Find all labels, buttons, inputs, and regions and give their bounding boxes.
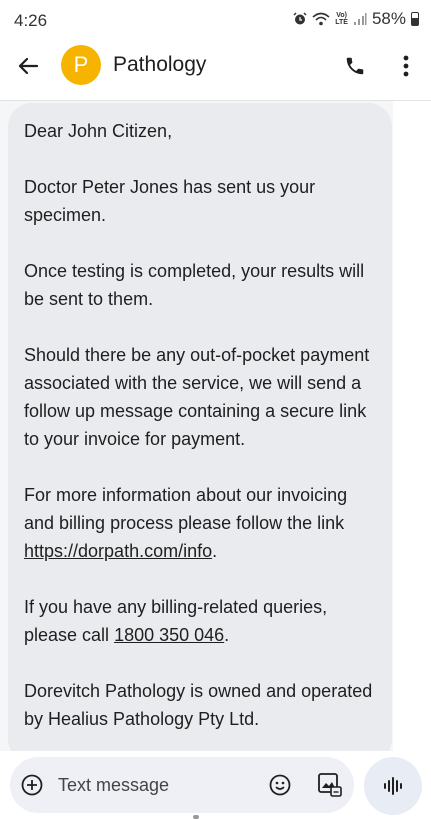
message-paragraph-5: If you have any billing-related queries,… <box>24 593 378 649</box>
back-button[interactable] <box>12 50 44 82</box>
more-vert-icon <box>403 55 409 77</box>
app-bar: P Pathology <box>0 42 431 92</box>
message-bubble[interactable]: Dear John Citizen, Doctor Peter Jones ha… <box>8 103 392 751</box>
signal-icon <box>353 12 367 26</box>
back-arrow-icon <box>18 57 39 75</box>
voice-message-button[interactable] <box>364 757 422 815</box>
status-icons: Vo) LTE 58% <box>293 9 419 29</box>
battery-percent: 58% <box>371 9 406 28</box>
add-attachment-button[interactable] <box>20 773 44 797</box>
phone-icon <box>346 57 364 75</box>
info-text: For more information about our invoicing… <box>24 485 348 533</box>
composer <box>0 751 431 819</box>
status-bar: 4:26 Vo) LTE 58% <box>0 0 431 42</box>
phone-link[interactable]: 1800 350 046 <box>114 625 224 645</box>
call-button[interactable] <box>339 50 371 82</box>
message-paragraph-4: For more information about our invoicing… <box>24 481 378 565</box>
message-paragraph-2: Once testing is completed, your results … <box>24 261 365 309</box>
message-input[interactable] <box>58 770 248 800</box>
alarm-icon <box>293 12 307 26</box>
message-greeting: Dear John Citizen, <box>24 121 173 141</box>
gallery-icon <box>318 773 342 797</box>
message-paragraph-3: Should there be any out-of-pocket paymen… <box>24 345 370 449</box>
info-suffix: . <box>212 541 218 561</box>
home-indicator <box>193 815 199 819</box>
emoji-button[interactable] <box>268 773 292 797</box>
volte-line-1: Vo) <box>336 12 347 19</box>
voice-waveform-icon <box>384 777 402 795</box>
emoji-icon <box>269 774 291 796</box>
conversation-margin <box>393 101 431 751</box>
input-pill[interactable] <box>10 757 354 813</box>
volte-icon: Vo) LTE <box>335 12 348 26</box>
conversation-area[interactable]: Dear John Citizen, Doctor Peter Jones ha… <box>0 101 431 751</box>
info-link[interactable]: https://dorpath.com/info <box>24 541 212 561</box>
message-paragraph-6: Dorevitch Pathology is owned and operate… <box>24 681 373 729</box>
billing-suffix: . <box>224 625 230 645</box>
message-paragraph-1: Doctor Peter Jones has sent us your spec… <box>24 177 316 225</box>
avatar[interactable]: P <box>61 45 101 85</box>
more-options-button[interactable] <box>390 50 422 82</box>
add-icon <box>21 774 43 796</box>
status-time: 4:26 <box>14 11 48 30</box>
wifi-icon <box>312 12 330 26</box>
gallery-button[interactable] <box>316 771 344 799</box>
volte-line-2: LTE <box>335 19 348 26</box>
battery-icon <box>411 12 419 26</box>
contact-name[interactable]: Pathology <box>113 53 206 77</box>
